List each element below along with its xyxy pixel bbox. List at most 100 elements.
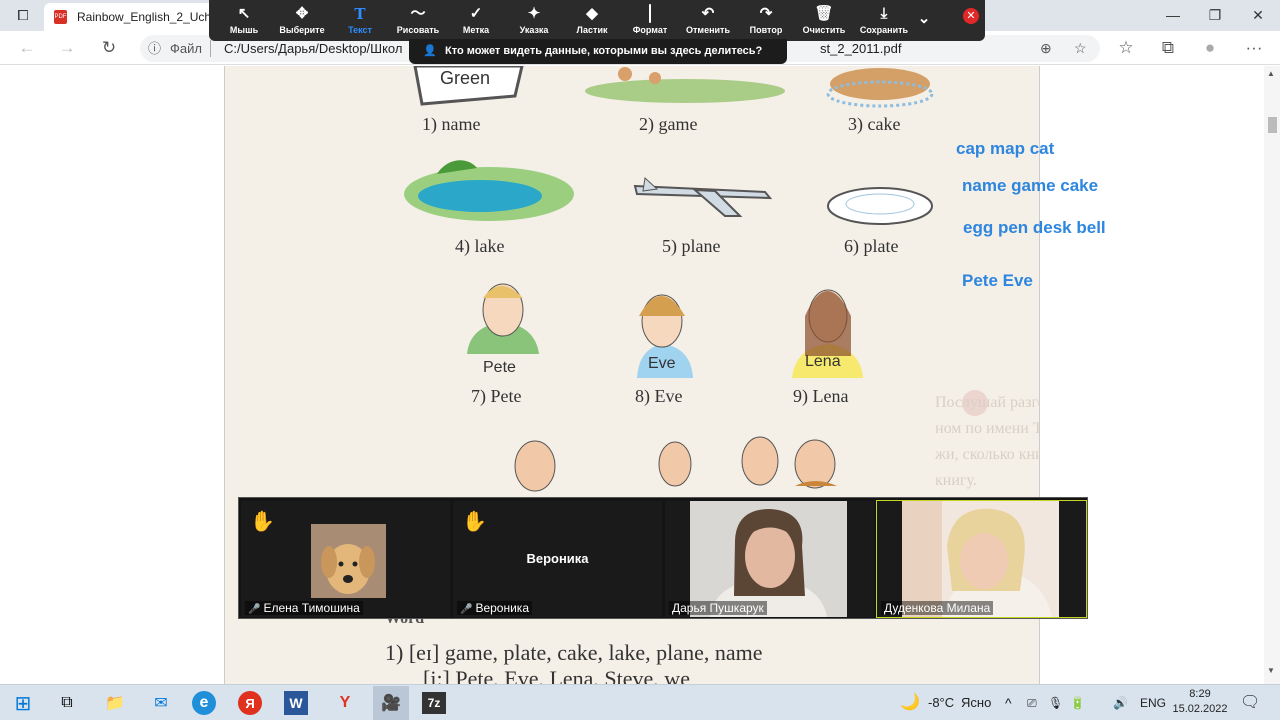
tooltip-text: Кто может видеть данные, которыми вы зде… xyxy=(445,45,763,57)
volume-icon[interactable]: 🔊 xyxy=(1113,685,1128,720)
color-swatch-icon xyxy=(649,4,651,23)
language-indicator[interactable]: ENG xyxy=(1140,685,1166,720)
microphone-icon[interactable]: 🎙 xyxy=(1048,685,1063,720)
download-icon: ⤓ xyxy=(880,5,888,22)
weather-icon[interactable]: 🌙 xyxy=(900,685,920,720)
participant-name: Дуденкова Милана xyxy=(881,601,994,615)
squiggle-icon: 〜 xyxy=(410,5,426,22)
tool-undo[interactable]: ↶ Отменить xyxy=(679,0,737,41)
tray-app-icon[interactable]: ⎚ xyxy=(1027,685,1037,720)
move-icon: ✥ xyxy=(295,5,309,22)
checkmark-icon: ✓ xyxy=(469,5,483,22)
trash-icon: 🗑 xyxy=(814,5,834,22)
number-label: 1) name xyxy=(422,114,481,134)
participants-strip: ✋ 🎤 Елена Тимошина ✋ Вероника 🎤 Вероника Д… xyxy=(238,497,1088,619)
scroll-up-icon[interactable]: ▲ xyxy=(1267,69,1275,78)
pete-illustration: Pete xyxy=(467,283,539,376)
number-label: 2) game xyxy=(639,114,698,134)
info-icon[interactable]: ⓘ xyxy=(148,35,161,62)
raised-hand-icon: ✋ xyxy=(250,511,275,533)
weather-desc[interactable]: Ясно xyxy=(961,685,991,720)
7zip-icon[interactable]: 7z xyxy=(422,692,446,714)
participant-tile[interactable]: ✋ Вероника 🎤 Вероника xyxy=(453,501,662,617)
number-label: 3) cake xyxy=(848,114,901,134)
profile-avatar[interactable]: ● xyxy=(1198,37,1222,59)
text-icon: T xyxy=(354,5,366,23)
participant-display-name: Вероника xyxy=(526,551,589,566)
text-annotation[interactable]: Pete Eve xyxy=(962,271,1033,291)
vertical-scrollbar[interactable]: ▲ ▼ xyxy=(1264,66,1280,684)
text-annotation[interactable]: cap map cat xyxy=(956,139,1054,159)
participant-tile[interactable]: Дарья Пушкарук xyxy=(665,501,874,617)
chevron-down-icon: ⌄ xyxy=(917,10,931,27)
tool-stamp[interactable]: ✓ Метка xyxy=(447,0,505,41)
tool-text[interactable]: T Текст xyxy=(331,0,389,41)
participant-video xyxy=(902,501,1059,617)
yandex-browser-icon[interactable]: Y xyxy=(330,689,360,717)
forward-button[interactable]: → xyxy=(55,37,79,59)
scroll-down-icon[interactable]: ▼ xyxy=(1267,666,1275,675)
participant-name: 🎤 Елена Тимошина xyxy=(245,601,363,615)
tab-pdf[interactable]: PDF Rainbow_English_2_Ucheb xyxy=(44,3,214,31)
number-label: 7) Pete xyxy=(471,386,522,406)
file-explorer-icon[interactable]: 📁 xyxy=(100,689,130,717)
tool-spotlight[interactable]: ✦ Указка xyxy=(505,0,563,41)
tray-chevron-icon[interactable]: ^ xyxy=(1005,685,1012,720)
tool-select[interactable]: ✥ Выберите xyxy=(273,0,331,41)
participant-tile-active[interactable]: Дуденкова Милана xyxy=(876,500,1087,618)
participant-video xyxy=(690,501,847,617)
tool-draw[interactable]: 〜 Рисовать xyxy=(389,0,447,41)
sharing-info-tooltip[interactable]: 👤 Кто может видеть данные, которыми вы з… xyxy=(409,39,787,64)
edge-icon[interactable]: e xyxy=(192,691,216,715)
battery-icon[interactable]: 🔋 xyxy=(1070,685,1085,720)
close-annotation-button[interactable]: ✕ xyxy=(963,8,979,24)
spotlight-icon: ✦ xyxy=(527,5,541,22)
phonics-line: [i:] Pete, Eve, Lena, Steve, we xyxy=(423,666,690,684)
plate-illustration xyxy=(827,187,933,225)
favorites-icon[interactable]: ☆ xyxy=(1114,37,1138,59)
tool-redo[interactable]: ↷ Повтор xyxy=(737,0,795,41)
exercise-text: ном по имени Тимми (Timmy). и ска- xyxy=(935,420,1039,437)
zoom-icon[interactable]: ⊕ xyxy=(1040,35,1052,62)
tool-mouse[interactable]: ↖ Мышь xyxy=(215,0,273,41)
close-window-button[interactable]: ✕ xyxy=(1243,5,1273,25)
reload-button[interactable]: ↻ xyxy=(97,37,121,59)
tool-format[interactable]: Формат xyxy=(621,0,679,41)
save-dropdown[interactable]: ⌄ xyxy=(915,0,933,41)
minimize-button[interactable]: — xyxy=(1158,5,1188,25)
number-label: 8) Eve xyxy=(635,386,683,406)
raised-hand-icon: ✋ xyxy=(462,511,487,533)
more-menu-icon[interactable]: ··· xyxy=(1242,37,1266,59)
mail-icon[interactable]: ✉ xyxy=(146,689,176,717)
muted-mic-icon: 🎤 xyxy=(460,604,473,615)
text-annotation[interactable]: egg pen desk bell xyxy=(963,218,1106,238)
dog-avatar xyxy=(311,524,386,598)
tool-save[interactable]: ⤓ Сохранить xyxy=(853,0,915,41)
game-illustration xyxy=(585,67,785,103)
weather-temp[interactable]: -8°C xyxy=(928,685,954,720)
favorite-star-icon[interactable]: ☆ xyxy=(1074,35,1087,62)
maximize-button[interactable]: ❐ xyxy=(1200,5,1230,25)
word-icon[interactable]: W xyxy=(284,691,308,715)
yandex-icon[interactable]: Я xyxy=(238,691,262,715)
scrollbar-thumb[interactable] xyxy=(1268,117,1277,133)
family-illustration xyxy=(514,436,837,492)
annotation-toolbar: ↖ Мышь ✥ Выберите T Текст 〜 Рисовать ✓ Метка … xyxy=(209,0,985,41)
tool-clear[interactable]: 🗑 Очистить xyxy=(795,0,853,41)
collections-icon[interactable]: ⧉ xyxy=(1156,37,1180,59)
lake-illustration xyxy=(404,160,574,221)
participant-tile[interactable]: ✋ 🎤 Елена Тимошина xyxy=(241,501,450,617)
task-view-icon[interactable]: ⧉ xyxy=(52,689,82,717)
exercise-text: жи, сколько книг он уже рассматривая xyxy=(935,446,1039,463)
clock[interactable]: 8:29 15.02.2022 xyxy=(1170,687,1230,717)
phonics-line: 1) [eɪ] game, plate, cake, lake, plane, … xyxy=(385,640,763,665)
notification-icon[interactable]: 🗨 xyxy=(1240,685,1260,720)
tab-actions-icon[interactable]: ⧠ xyxy=(8,5,38,25)
sign-text: Green xyxy=(440,68,491,88)
text-annotation[interactable]: name game cake xyxy=(962,176,1098,196)
zoom-app-icon[interactable]: 🎥 xyxy=(373,686,409,720)
windows-start-icon[interactable]: ⊞ xyxy=(8,689,38,717)
back-button[interactable]: ← xyxy=(15,37,39,59)
tool-eraser[interactable]: ◆ Ластик xyxy=(563,0,621,41)
number-label: 6) plate xyxy=(844,236,899,256)
